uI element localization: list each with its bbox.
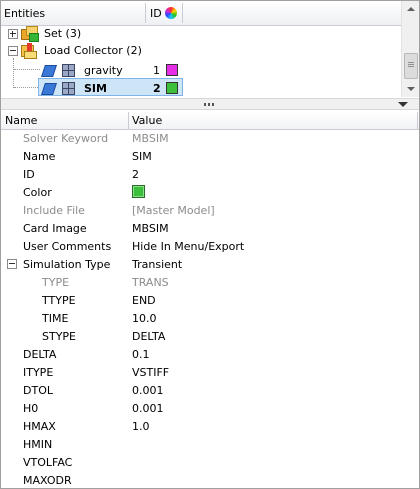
property-name: ID [23,168,35,181]
column-divider[interactable] [128,112,129,129]
column-divider [417,112,418,129]
property-name: TIME [42,312,69,325]
tree-node-set[interactable]: Set (3) [1,25,181,43]
entity-tree: Entities ID Set (3) Load Collector (2) g… [1,1,419,98]
property-row-include-file[interactable]: Include File [Master Model] [1,201,419,219]
property-value[interactable]: Hide In Menu/Export [132,240,244,253]
property-grid-header: Name Value [1,112,419,130]
property-value[interactable]: 10.0 [132,312,157,325]
property-value[interactable]: 1.0 [132,420,150,433]
property-row-h0[interactable]: H0 0.001 [1,399,419,417]
card-image-icon [61,81,75,95]
scroll-down-arrow-icon[interactable] [402,81,419,97]
tree-item-gravity[interactable]: gravity 1 [1,61,191,79]
property-value: TRANS [132,276,169,289]
load-collector-id: 1 [153,64,160,77]
property-name: VTOLFAC [23,456,73,469]
tree-header: Entities ID [1,1,401,26]
property-value[interactable]: Transient [132,258,182,271]
value-column-header[interactable]: Value [132,114,162,127]
property-row-type[interactable]: TYPE TRANS [1,273,419,291]
load-collector-name: SIM [84,82,107,95]
property-name: Solver Keyword [23,132,109,145]
property-name: DELTA [23,348,57,361]
property-value[interactable]: 0.1 [132,348,150,361]
property-name: Name [23,150,56,163]
property-name: DTOL [23,384,53,397]
color-swatch[interactable] [166,82,178,94]
property-row-dtol[interactable]: DTOL 0.001 [1,381,419,399]
property-name: Include File [23,204,85,217]
property-row-stype[interactable]: STYPE DELTA [1,327,419,345]
property-row-delta[interactable]: DELTA 0.1 [1,345,419,363]
entity-browser-panel: Entities ID Set (3) Load Collector (2) g… [0,0,420,489]
property-row-id[interactable]: ID 2 [1,165,419,183]
color-swatch[interactable] [166,64,178,76]
property-name: MAXODR [23,474,72,487]
scroll-up-arrow-icon[interactable] [402,1,419,17]
property-name: H0 [23,402,39,415]
property-value[interactable]: SIM [132,150,152,163]
load-collector-icon [21,43,38,59]
expand-icon[interactable] [8,29,18,39]
property-row-name[interactable]: Name SIM [1,147,419,165]
property-value[interactable]: 0.001 [132,384,164,397]
property-value[interactable]: VSTIFF [132,366,169,379]
dropdown-arrow-icon[interactable] [398,102,408,107]
property-name: Card Image [23,222,87,235]
color-wheel-icon[interactable] [165,7,177,19]
property-grid: Name Value Solver Keyword MBSIM Name SIM… [1,112,419,488]
property-row-hmin[interactable]: HMIN [1,435,419,453]
scrollbar-thumb[interactable] [404,53,418,79]
property-value[interactable]: MBSIM [132,222,169,235]
property-row-user-comments[interactable]: User Comments Hide In Menu/Export [1,237,419,255]
property-row-card-image[interactable]: Card Image MBSIM [1,219,419,237]
property-name: ITYPE [23,366,54,379]
tree-item-sim[interactable]: SIM 2 [1,79,191,97]
property-value: MBSIM [132,132,169,145]
property-row-maxodr[interactable]: MAXODR [1,471,419,488]
collapse-icon[interactable] [7,259,17,269]
panel-splitter[interactable] [1,98,419,110]
property-row-itype[interactable]: ITYPE VSTIFF [1,363,419,381]
tree-node-label: Set (3) [44,27,82,40]
name-column-header[interactable]: Name [5,114,37,127]
load-collector-item-icon [41,81,57,95]
property-name: STYPE [42,330,77,343]
splitter-grip-icon[interactable] [204,103,214,106]
property-name: HMAX [23,420,56,433]
property-row-hmax[interactable]: HMAX 1.0 [1,417,419,435]
load-collector-item-icon [41,63,57,77]
property-name: TTYPE [42,294,76,307]
column-divider[interactable] [145,3,146,23]
property-row-solver-keyword[interactable]: Solver Keyword MBSIM [1,129,419,147]
tree-node-label: Load Collector (2) [44,44,142,57]
tree-node-load-collector[interactable]: Load Collector (2) [1,42,181,60]
property-name: HMIN [23,438,53,451]
property-value[interactable]: 0.001 [132,402,164,415]
load-collector-id: 2 [153,82,161,95]
property-row-vtolfac[interactable]: VTOLFAC [1,453,419,471]
property-name: Color [23,186,52,199]
id-column-header[interactable]: ID [150,7,162,20]
color-swatch[interactable] [132,185,145,198]
property-name: User Comments [23,240,112,253]
tree-scrollbar[interactable] [401,1,419,97]
column-divider[interactable] [182,3,183,23]
set-icon [21,26,39,42]
property-name: TYPE [42,276,70,289]
entities-column-header[interactable]: Entities [4,7,45,20]
property-name: Simulation Type [23,258,111,271]
property-value: [Master Model] [132,204,215,217]
card-image-icon [61,63,75,77]
property-value[interactable]: 2 [132,168,139,181]
property-row-ttype[interactable]: TTYPE END [1,291,419,309]
property-row-time[interactable]: TIME 10.0 [1,309,419,327]
property-value[interactable]: DELTA [132,330,165,343]
load-collector-name: gravity [84,64,123,77]
property-row-simulation-type[interactable]: Simulation Type Transient [1,255,419,273]
property-value[interactable]: END [132,294,156,307]
collapse-icon[interactable] [8,46,18,56]
property-row-color[interactable]: Color [1,183,419,201]
